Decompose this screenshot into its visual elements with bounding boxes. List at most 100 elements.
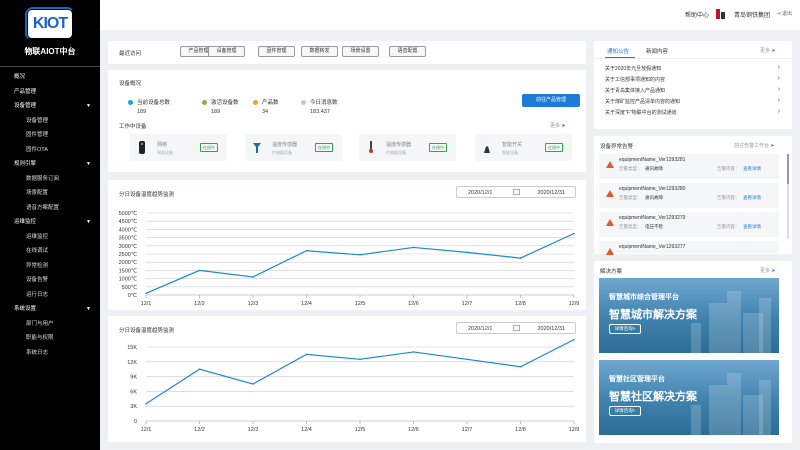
data-point — [198, 269, 201, 272]
sidebar-item[interactable]: 设备管理 — [0, 114, 100, 129]
alarm-item[interactable]: equipmentName_Ver1293279 告警类型： 电压不稳 告警内容： 查看… — [599, 212, 779, 237]
sidebar-item[interactable]: 部门与用户 — [0, 317, 100, 332]
gateway-icon — [138, 141, 146, 154]
tab-news[interactable]: 新闻内容 — [646, 47, 668, 55]
x-tick-label: 12/7 — [462, 301, 473, 307]
sidebar-item[interactable]: 运行日志 — [0, 288, 100, 303]
solution-banner[interactable]: 智慧社区管理平台 智慧社区解决方案 详情咨询> — [599, 360, 779, 435]
device-card[interactable]: 温度传感器 传感器设备 在线中 — [245, 134, 342, 161]
notice-item[interactable]: 关于深度"F"物联中台的测试通道 › — [605, 108, 780, 116]
exit-link[interactable]: ⇥ 退出 — [776, 10, 792, 17]
view-detail-link[interactable]: 查看详情 — [743, 224, 761, 230]
sidebar-item[interactable]: 运维监控 — [0, 230, 100, 245]
sidebar-item[interactable]: 设备管理 ▼ — [0, 99, 100, 114]
y-tick-label: 9K — [130, 375, 137, 381]
x-tick-label: 12/6 — [408, 427, 419, 433]
building-graphic — [691, 405, 701, 435]
y-tick-label: 1000℃ — [119, 276, 137, 283]
recent-label: 最近访问 — [119, 51, 142, 57]
sidebar-item-label: 设备管理 — [26, 117, 49, 124]
sidebar-item[interactable]: 系统设置 ▼ — [0, 302, 100, 317]
y-tick-label: 2500℃ — [119, 251, 137, 258]
sidebar-item-label: 设备管理 — [14, 103, 37, 109]
view-detail-link[interactable]: 查看详情 — [743, 166, 761, 172]
device-card[interactable]: 智能开关 智能设备 在线中 — [475, 134, 572, 161]
sidebar-item[interactable]: 产品管理 — [0, 85, 100, 100]
help-center-link[interactable]: 帮助中心 — [685, 10, 709, 19]
notice-item[interactable]: 关于2020年元旦放假通知 › — [605, 64, 780, 72]
chevron-down-icon: ▼ — [86, 161, 91, 167]
sidebar-item[interactable]: 异常检测 — [0, 259, 100, 274]
go-product-management-button[interactable]: 前往产品管理 — [522, 94, 580, 107]
sidebar-item-label: 固件管理 — [26, 132, 49, 138]
stat-value: 189 — [137, 109, 147, 115]
logo: KIOT — [25, 7, 75, 41]
sidebar-item[interactable]: 场景配置 — [0, 186, 100, 201]
sidebar-item-label: 运维监控 — [26, 233, 49, 240]
chevron-down-icon: ▼ — [86, 103, 91, 109]
sidebar-item[interactable]: 职能与权限 — [0, 331, 100, 346]
sidebar-item[interactable]: 设备告警 — [0, 273, 100, 288]
recent-visits-card: 最近访问 产品管理 设备管理 固件管理 数据转发 场景设置 语音配置 — [108, 41, 586, 64]
sidebar-item[interactable]: 固件管理 — [0, 128, 100, 143]
org-name[interactable]: 青岛钢铁集团 — [734, 10, 770, 19]
sidebar-item[interactable]: 数据服务订阅 — [0, 172, 100, 187]
recent-chip[interactable]: 设备管理 — [208, 46, 245, 57]
x-tick-label: 12/3 — [248, 301, 259, 307]
data-point — [359, 254, 361, 256]
alarm-item[interactable]: equipmentName_Ver1293277 — [599, 241, 779, 255]
recent-chip[interactable]: 场景设置 — [342, 46, 379, 57]
device-desc: 网关设备 — [157, 150, 173, 155]
sidebar-item[interactable]: 规则引擎 ▼ — [0, 157, 100, 172]
solutions-more-link[interactable]: 更多 ➤ — [760, 267, 776, 274]
stat-value: 183,437 — [310, 109, 330, 115]
view-detail-link[interactable]: 查看详情 — [743, 195, 761, 201]
sidebar-item[interactable]: 固件OTA — [0, 143, 100, 158]
stat-dot — [202, 100, 207, 105]
sidebar-item-label: 系统设置 — [14, 306, 37, 312]
sidebar-item[interactable]: 系统日志 — [0, 346, 100, 361]
sidebar-item[interactable]: 概况 — [0, 70, 100, 85]
building-graphic — [727, 291, 741, 353]
y-tick-label: 0 — [134, 419, 137, 425]
alarm-item[interactable]: equipmentName_Ver1293281 告警类型： 通讯故障 告警内容： 查看… — [599, 154, 779, 179]
scrollbar-thumb[interactable] — [787, 154, 789, 184]
alarm-item[interactable]: equipmentName_Ver1293280 告警类型： 通讯故障 告警内容： 查看… — [599, 183, 779, 208]
devices-more-link[interactable]: 更多 ➤ — [550, 122, 566, 129]
device-overview-card: 设备概况 当前设备总数 189 激活设备数 189 产品数 34 今日消息数 183,437 … — [108, 70, 586, 172]
chevron-down-icon: ▼ — [86, 219, 91, 225]
temperature-line-chart: 0℃500℃1000℃ 1500℃2000℃2500℃3000℃3500℃ 4000… — [119, 210, 580, 307]
device-desc: 传感器设备 — [386, 150, 406, 155]
status-badge: 在线中 — [429, 143, 447, 152]
sidebar-item-label: 系统日志 — [26, 349, 49, 356]
building-graphic — [727, 373, 741, 435]
sidebar-item[interactable]: 运维监控 ▼ — [0, 215, 100, 230]
recent-chip[interactable]: 固件管理 — [258, 46, 295, 57]
more-label: 更多 — [550, 123, 561, 129]
y-tick-label: 4500℃ — [119, 218, 137, 225]
recent-chip[interactable]: 语音配置 — [389, 46, 426, 57]
sidebar-item[interactable]: 语音方案配置 — [0, 201, 100, 216]
solution-banner[interactable]: 智慧城市综合管理平台 智慧城市解决方案 详情咨询> — [599, 278, 779, 353]
recent-chip[interactable]: 数据转发 — [301, 46, 338, 57]
tab-notices[interactable]: 通知公告 — [607, 47, 629, 55]
notice-item[interactable]: 关于工信部事项通知的内容 › — [605, 75, 780, 83]
warning-icon — [606, 248, 614, 255]
alarm-type-value: 电压不稳 — [645, 224, 663, 229]
device-card[interactable]: 温度传感器 传感器设备 在线中 — [359, 134, 456, 161]
notice-item[interactable]: 关于青岛集体接入产品通知 › — [605, 86, 780, 94]
sidebar-divider — [0, 66, 100, 67]
notices-more-link[interactable]: 更多 ➤ — [760, 47, 776, 54]
building-graphic — [709, 385, 727, 435]
consult-button[interactable]: 详情咨询> — [609, 324, 641, 334]
warning-icon — [606, 161, 614, 168]
building-graphic — [709, 303, 727, 353]
stat-item: 产品数 34 — [253, 98, 279, 115]
consult-button[interactable]: 详情咨询> — [609, 406, 641, 416]
alarm-workbench-link[interactable]: 前往告警工作台 ➤ — [734, 142, 775, 149]
alarm-type-key: 告警类型： — [619, 195, 642, 200]
sidebar-item[interactable]: 在线调试 — [0, 244, 100, 259]
data-point — [359, 358, 361, 361]
notice-item[interactable]: 关于煤矿监控产品清单内容的通知 › — [605, 97, 780, 105]
device-card[interactable]: 网络 网关设备 在线中 — [130, 134, 227, 161]
